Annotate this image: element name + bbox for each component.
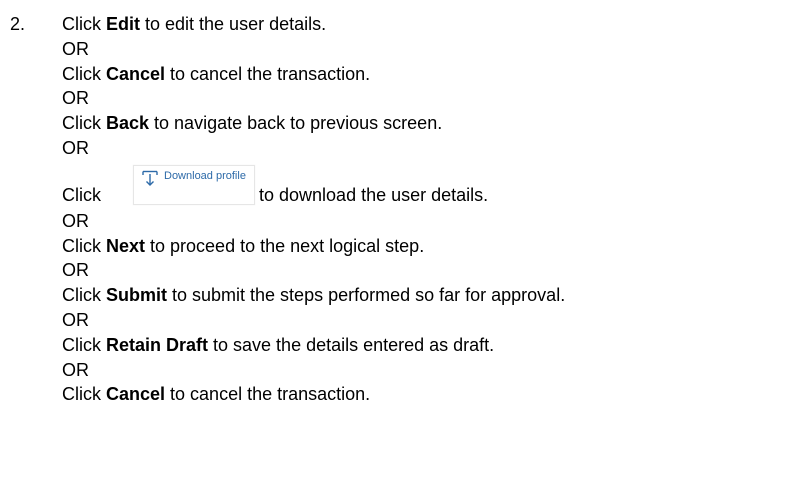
instruction-lines: Click Edit to edit the user details. OR … — [62, 12, 565, 407]
instruction-next: Click Next to proceed to the next logica… — [62, 234, 565, 259]
instruction-prefix: Click — [62, 334, 106, 355]
download-profile-button[interactable]: Download profile — [133, 164, 255, 205]
or-separator: OR — [62, 359, 89, 380]
edit-label: Edit — [106, 14, 140, 34]
download-profile-label: Download profile — [164, 169, 246, 182]
instruction-cancel: Click Cancel to cancel the transaction. — [62, 62, 565, 87]
cancel-label: Cancel — [106, 384, 166, 405]
download-icon — [142, 170, 158, 186]
instruction-prefix: Click — [62, 63, 106, 84]
or-separator: OR — [62, 210, 89, 231]
instruction-download: Click Download profile to download the u… — [62, 161, 565, 209]
or-separator: OR — [62, 137, 89, 158]
instruction-prefix: Click — [62, 235, 106, 256]
next-label: Next — [106, 235, 146, 256]
instruction-suffix: to navigate back to previous screen. — [149, 113, 443, 134]
or-separator: OR — [62, 88, 89, 109]
instruction-prefix: Click — [62, 14, 106, 34]
instruction-prefix: Click — [62, 113, 106, 134]
instruction-suffix: to download the user details. — [259, 184, 489, 205]
or-separator: OR — [62, 38, 89, 59]
instruction-submit: Click Submit to submit the steps perform… — [62, 283, 565, 308]
instruction-prefix: Click — [62, 384, 106, 405]
instruction-back: Click Back to navigate back to previous … — [62, 111, 565, 136]
instruction-prefix: Click — [62, 285, 106, 306]
instruction-suffix: to proceed to the next logical step. — [145, 235, 425, 256]
submit-label: Submit — [106, 285, 167, 306]
instruction-retain-draft: Click Retain Draft to save the details e… — [62, 333, 565, 358]
instruction-suffix: to edit the user details. — [140, 14, 327, 34]
cancel-label: Cancel — [106, 63, 166, 84]
instruction-suffix: to cancel the transaction. — [165, 63, 371, 84]
step-number: 2. — [10, 14, 26, 34]
instruction-suffix: to cancel the transaction. — [165, 384, 371, 405]
instruction-suffix: to submit the steps performed so far for… — [167, 285, 566, 306]
instruction-suffix: to save the details entered as draft. — [208, 334, 495, 355]
back-label: Back — [106, 113, 150, 134]
retain-draft-label: Retain Draft — [106, 334, 209, 355]
instruction-edit: Click Edit to edit the user details. — [62, 12, 565, 37]
instruction-prefix: Click — [62, 184, 101, 205]
or-separator: OR — [62, 309, 89, 330]
or-separator: OR — [62, 260, 89, 281]
instruction-cancel-final: Click Cancel to cancel the transaction. — [62, 382, 565, 407]
